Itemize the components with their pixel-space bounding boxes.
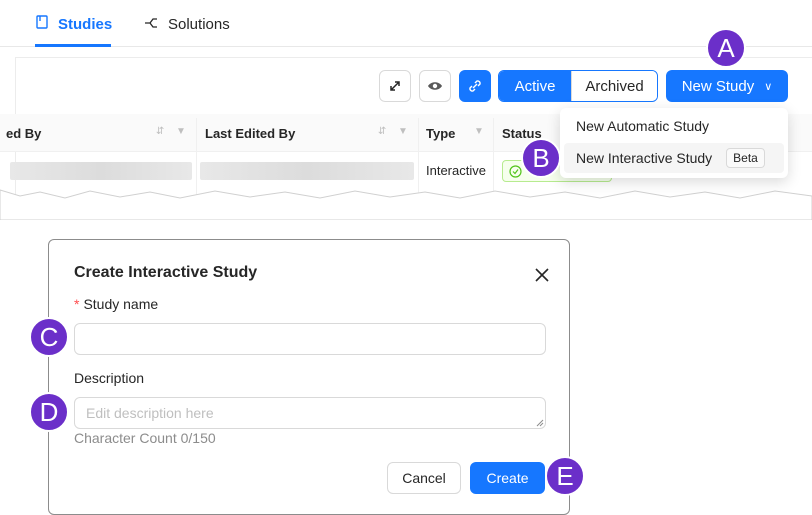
modal-title: Create Interactive Study xyxy=(74,264,258,281)
redacted-cell xyxy=(10,162,192,180)
type-cell: Interactive xyxy=(426,163,486,178)
torn-edge xyxy=(0,189,812,220)
segment-active[interactable]: Active xyxy=(499,71,571,101)
link-icon xyxy=(469,80,481,92)
character-count: Character Count 0/150 xyxy=(74,430,216,446)
create-button[interactable]: Create xyxy=(470,462,545,494)
menu-item-new-automatic-study[interactable]: New Automatic Study xyxy=(564,111,784,141)
book-icon xyxy=(36,15,48,33)
expand-icon xyxy=(390,81,400,91)
filter-icon[interactable]: ▼ xyxy=(474,126,487,137)
description-label: Description xyxy=(74,370,145,386)
new-study-label: New Study xyxy=(681,77,755,95)
study-name-label-text: Study name xyxy=(83,296,159,312)
status-segmented-control: Active Archived xyxy=(498,70,658,102)
study-name-label: * Study name xyxy=(74,296,158,312)
annotation-d: D xyxy=(29,392,69,432)
tab-studies[interactable]: Studies xyxy=(36,14,112,34)
expand-button[interactable] xyxy=(379,70,411,102)
annotation-b: B xyxy=(521,138,561,178)
branch-icon xyxy=(144,16,158,33)
column-header-last-edited-by: Last Edited By xyxy=(205,125,296,141)
filter-icon[interactable]: ▼ xyxy=(398,126,411,137)
top-tabs: Studies Solutions xyxy=(0,0,812,47)
required-mark: * xyxy=(74,296,80,312)
study-name-input[interactable] xyxy=(74,323,546,355)
tab-solutions-label: Solutions xyxy=(168,15,230,33)
column-header-edited-by: ed By xyxy=(6,125,42,141)
segment-archived[interactable]: Archived xyxy=(571,71,657,101)
menu-item-label: New Automatic Study xyxy=(576,118,710,134)
menu-item-new-interactive-study[interactable]: New Interactive Study Beta xyxy=(564,143,784,173)
cancel-button[interactable]: Cancel xyxy=(387,462,461,494)
view-button[interactable] xyxy=(419,70,451,102)
create-study-modal: Create Interactive Study * Study name Des… xyxy=(48,239,570,515)
annotation-e: E xyxy=(545,456,585,496)
annotation-c: C xyxy=(29,317,69,357)
menu-item-label: New Interactive Study xyxy=(576,150,713,166)
resize-handle-icon[interactable] xyxy=(536,419,544,427)
tab-solutions[interactable]: Solutions xyxy=(144,14,230,34)
link-button[interactable] xyxy=(459,70,491,102)
beta-badge: Beta xyxy=(726,148,765,168)
new-study-button[interactable]: New Study ∨ xyxy=(666,70,788,102)
eye-icon xyxy=(428,82,442,90)
chevron-down-icon: ∨ xyxy=(764,80,773,93)
check-circle-icon xyxy=(509,165,522,178)
new-study-dropdown: New Automatic Study New Interactive Stud… xyxy=(560,108,788,178)
active-tab-indicator xyxy=(35,44,111,47)
annotation-a: A xyxy=(706,28,746,68)
description-textarea[interactable]: Edit description here xyxy=(74,397,546,429)
redacted-cell xyxy=(200,162,414,180)
sort-icon[interactable]: ⇵ xyxy=(378,126,389,137)
filter-icon[interactable]: ▼ xyxy=(176,126,189,137)
tab-studies-label: Studies xyxy=(58,15,113,33)
close-icon[interactable] xyxy=(533,266,551,284)
sort-icon[interactable]: ⇵ xyxy=(156,126,167,137)
column-header-type: Type xyxy=(426,125,456,141)
